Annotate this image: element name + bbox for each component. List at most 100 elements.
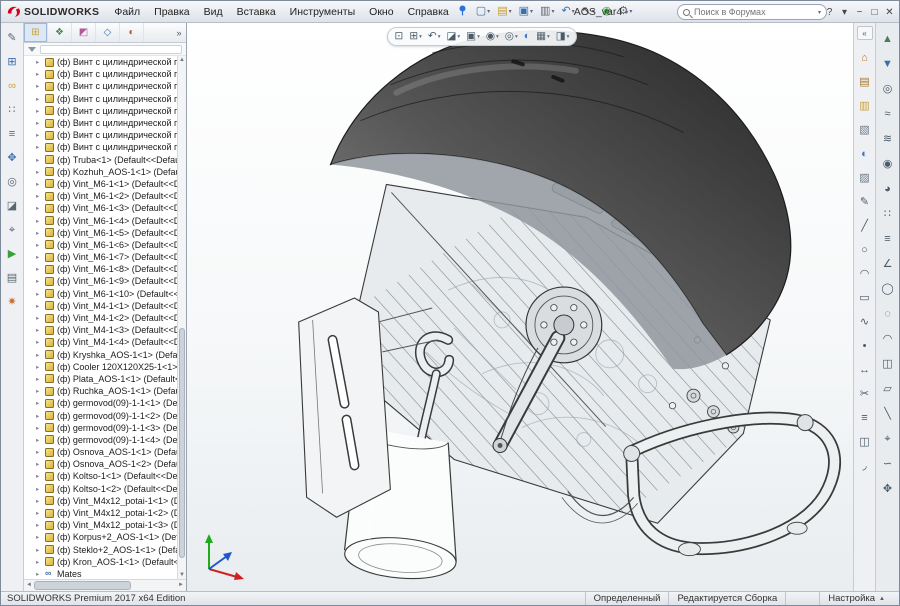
expand-arrow-icon[interactable]	[36, 302, 42, 310]
pin-icon[interactable]	[458, 3, 467, 21]
tree-item[interactable]: (ф) Vint_M4-1<4> (Default<<Defa	[24, 336, 177, 348]
expand-arrow-icon[interactable]	[36, 497, 42, 505]
line-tool-button[interactable]: ╱	[856, 218, 873, 234]
tree-item[interactable]: (ф) Винт с цилиндрической голо	[24, 80, 177, 92]
tree-item[interactable]: (ф) Vint_M4x12_potai-1<1> (Defa	[24, 495, 177, 507]
minimize-button[interactable]: −	[852, 3, 867, 21]
custom-properties-tab[interactable]: ▨	[856, 170, 873, 186]
expand-arrow-icon[interactable]	[36, 82, 42, 90]
menu-item[interactable]: Инструменты	[283, 3, 362, 21]
shell-button[interactable]: ◯	[879, 281, 896, 297]
assembly-model[interactable]	[187, 23, 853, 591]
tree-item[interactable]: (ф) Osnova_AOS-1<1> (Default<	[24, 446, 177, 458]
restore-button[interactable]: □	[867, 3, 882, 21]
design-library-tab[interactable]: ▤	[856, 74, 873, 90]
tree-item[interactable]: (ф) Винт с цилиндрической голо	[24, 93, 177, 105]
tree-item[interactable]: (ф) Koltso-1<2> (Default<<Defaul	[24, 483, 177, 495]
expand-arrow-icon[interactable]	[36, 107, 42, 115]
expand-arrow-icon[interactable]	[36, 448, 42, 456]
expand-arrow-icon[interactable]	[36, 338, 42, 346]
tree-item[interactable]: (ф) Kozhuh_AOS-1<1> (Default<<	[24, 166, 177, 178]
expand-arrow-icon[interactable]	[36, 424, 42, 432]
tree-item[interactable]: (ф) Korpus+2_AOS-1<1> (Default	[24, 531, 177, 543]
axis-button[interactable]: ╲	[879, 406, 896, 422]
mirror-feature-button[interactable]: ◫	[879, 356, 896, 372]
hide-show-items-button[interactable]: ◎ ▾	[503, 31, 519, 42]
save-button[interactable]: ▣ ▾	[516, 5, 536, 18]
lofted-boss-button[interactable]: ≋	[879, 131, 896, 147]
menu-item[interactable]: Файл	[107, 3, 147, 21]
document-dropdown-caret-icon[interactable]: ▾	[625, 9, 628, 16]
tree-item[interactable]: (ф) Vint_M6-1<5> (Default<<Defa	[24, 227, 177, 239]
tree-item[interactable]: (ф) Plata_AOS-1<1> (Default<<De	[24, 373, 177, 385]
rectangle-tool-button[interactable]: ▭	[856, 290, 873, 306]
edit-appearance-button[interactable]: ◐ ▾	[522, 31, 531, 42]
bill-of-materials-button[interactable]: ▤	[4, 270, 21, 286]
revolved-boss-button[interactable]: ◎	[879, 81, 896, 97]
expand-arrow-icon[interactable]	[36, 546, 42, 554]
tree-item[interactable]: (ф) Ruchka_AOS-1<1> (Default<<	[24, 385, 177, 397]
expand-arrow-icon[interactable]	[36, 436, 42, 444]
menu-item[interactable]: Справка	[401, 3, 456, 21]
tree-item[interactable]: (ф) Vint_M4-1<1> (Default<<Defa	[24, 300, 177, 312]
tree-item[interactable]: (ф) Vint_M6-1<4> (Default<<Defa	[24, 214, 177, 226]
tree-item[interactable]: (ф) germovod(09)-1-1<1> (Defau	[24, 397, 177, 409]
search-caret-icon[interactable]: ▾	[818, 9, 821, 16]
tree-item[interactable]: (ф) Винт с цилиндрической голо	[24, 141, 177, 153]
tree-item[interactable]: (ф) germovod(09)-1-1<4> (Defau	[24, 434, 177, 446]
displaymanager-tab[interactable]: ◐	[120, 23, 144, 42]
apply-scene-button[interactable]: ▦ ▾	[535, 31, 552, 42]
expand-arrow-icon[interactable]	[36, 533, 42, 541]
menu-item[interactable]: Вставка	[230, 3, 283, 21]
expand-arrow-icon[interactable]	[36, 558, 42, 566]
expand-arrow-icon[interactable]	[36, 265, 42, 273]
tree-item-mates[interactable]: Mates	[24, 568, 177, 579]
expand-arrow-icon[interactable]	[36, 277, 42, 285]
assembly-features-button[interactable]: ◪	[4, 198, 21, 214]
featuremanager-tab[interactable]: ⊞	[24, 23, 48, 42]
view-settings-button[interactable]: ◨ ▾	[554, 31, 571, 42]
tree-item[interactable]: (ф) Vint_M4x12_potai-1<2> (Defa	[24, 507, 177, 519]
expand-arrow-icon[interactable]	[36, 412, 42, 420]
tree-horizontal-scrollbar[interactable]	[24, 579, 186, 591]
instant3d-button[interactable]: ✥	[879, 481, 896, 497]
panel-tabs-overflow-button[interactable]: »	[172, 23, 186, 42]
tree-item[interactable]: (ф) Osnova_AOS-1<2> (Default<	[24, 458, 177, 470]
expand-arrow-icon[interactable]	[36, 143, 42, 151]
view-orientation-button[interactable]: ▣ ▾	[465, 31, 482, 42]
expand-arrow-icon[interactable]	[36, 229, 42, 237]
menu-item[interactable]: Правка	[147, 3, 196, 21]
filter-funnel-icon[interactable]	[28, 47, 36, 52]
tree-item[interactable]: (ф) Vint_M6-1<9> (Default<<Defa	[24, 275, 177, 287]
customize-button[interactable]: Настройка ▲	[819, 592, 893, 605]
expand-arrow-icon[interactable]	[36, 399, 42, 407]
expand-arrow-icon[interactable]	[36, 326, 42, 334]
expand-arrow-icon[interactable]	[36, 168, 42, 176]
expand-arrow-icon[interactable]	[36, 241, 42, 249]
expand-arrow-icon[interactable]	[36, 485, 42, 493]
exploded-view-button[interactable]: ✷	[4, 294, 21, 310]
configurationmanager-tab[interactable]: ◩	[72, 23, 96, 42]
tree-item[interactable]: (ф) Cooler 120X120X25-1<1> (De	[24, 361, 177, 373]
expand-arrow-icon[interactable]	[36, 290, 42, 298]
arc-tool-button[interactable]: ◠	[856, 266, 873, 282]
tree-item[interactable]: (ф) Vint_M6-1<1> (Default<<Defa	[24, 178, 177, 190]
linear-pattern-button[interactable]: ∷	[879, 206, 896, 222]
draft-button[interactable]: ∠	[879, 256, 896, 272]
propertymanager-tab[interactable]: ❖	[48, 23, 72, 42]
tree-item[interactable]: (ф) Винт с цилиндрической голо	[24, 68, 177, 80]
mate-button[interactable]: ∞	[4, 78, 21, 94]
tree-item[interactable]: (ф) Vint_M6-1<3> (Default<<Defa	[24, 202, 177, 214]
tree-item[interactable]: (ф) Vint_M6-1<10> (Default<<De	[24, 288, 177, 300]
tree-item[interactable]: (ф) germovod(09)-1-1<2> (Defau	[24, 409, 177, 421]
rib-button[interactable]: ≡	[879, 231, 896, 247]
expand-arrow-icon[interactable]	[36, 387, 42, 395]
tree-item[interactable]: (ф) germovod(09)-1-1<3> (Defau	[24, 422, 177, 434]
expand-arrow-icon[interactable]	[36, 509, 42, 517]
expand-arrow-icon[interactable]	[36, 472, 42, 480]
expand-arrow-icon[interactable]	[36, 570, 42, 578]
reference-plane-button[interactable]: ▱	[879, 381, 896, 397]
mirror-entities-button[interactable]: ◫	[856, 434, 873, 450]
previous-view-button[interactable]: ↶ ▾	[426, 31, 442, 42]
offset-entities-button[interactable]: ≡	[856, 410, 873, 426]
